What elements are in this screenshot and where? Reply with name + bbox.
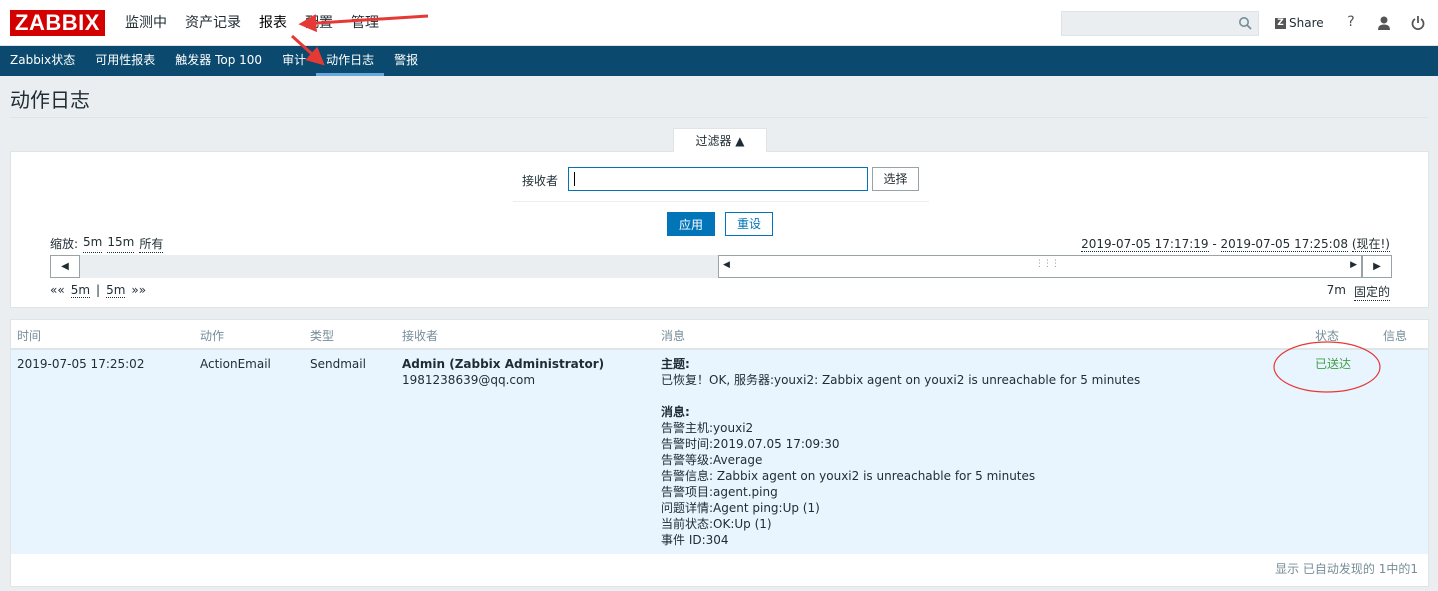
message-line: 当前状态:OK:Up (1)	[661, 517, 772, 531]
range-separator: -	[1208, 237, 1221, 251]
time-range: 2019-07-05 17:17:19 - 2019-07-05 17:25:0…	[1081, 235, 1390, 252]
main-menu: 监测中 资产记录 报表 配置 管理	[116, 0, 388, 46]
subject-label: 主题:	[661, 357, 690, 371]
message-line: 问题详情:Agent ping:Up (1)	[661, 501, 820, 515]
filter-panel: 接收者 选择 应用 重设 缩放: 5m 15m 所有 2019-07-05 17…	[10, 151, 1429, 308]
page-title: 动作日志	[10, 88, 90, 112]
table-footer-count: 显示 已自动发现的 1中的1	[1275, 562, 1418, 576]
nav-forward-icon[interactable]: »»	[131, 283, 146, 298]
timeline-scroll-left-button[interactable]: ◀	[50, 255, 80, 278]
share-icon: Z	[1275, 17, 1286, 29]
row-recipient: Admin (Zabbix Administrator) 1981238639@…	[402, 356, 604, 388]
message-line: 告警等级:Average	[661, 453, 763, 467]
zoom-controls: 缩放: 5m 15m 所有	[50, 235, 164, 253]
share-label: Share	[1289, 16, 1324, 30]
column-header-type: 类型	[310, 329, 335, 343]
submenu-zabbix-status[interactable]: Zabbix状态	[0, 46, 85, 76]
message-line: 事件 ID:304	[661, 533, 729, 547]
arrow-right-icon[interactable]: ▶	[1350, 260, 1357, 270]
nav-back-5m[interactable]: 5m	[70, 283, 91, 298]
action-log-table: 时间 动作 类型 接收者 消息 状态 信息 2019-07-05 17:25:0…	[10, 319, 1429, 587]
top-header: ZABBIX 监测中 资产记录 报表 配置 管理 Z Share ?	[0, 0, 1438, 46]
timeline-scroll-right-button[interactable]: ▶	[1362, 255, 1392, 278]
nav-forward-5m[interactable]: 5m	[106, 283, 126, 298]
timeline-track[interactable]	[80, 255, 718, 278]
row-message: 主题: 已恢复！OK, 服务器:youxi2: Zabbix agent on …	[661, 356, 1281, 548]
menu-monitoring[interactable]: 监测中	[116, 0, 176, 46]
menu-reports[interactable]: 报表	[250, 0, 296, 46]
menu-inventory[interactable]: 资产记录	[176, 0, 250, 46]
reset-button[interactable]: 重设	[725, 212, 773, 236]
text-caret	[574, 172, 575, 186]
message-line: 告警项目:agent.ping	[661, 485, 778, 499]
sub-menu: Zabbix状态 可用性报表 触发器 Top 100 审计 动作日志 警报	[0, 46, 1438, 76]
range-to[interactable]: 2019-07-05 17:25:08	[1220, 237, 1348, 252]
message-line: 告警主机:youxi2	[661, 421, 754, 435]
menu-configuration[interactable]: 配置	[296, 0, 342, 46]
submenu-action-log[interactable]: 动作日志	[316, 46, 385, 76]
submenu-availability-report[interactable]: 可用性报表	[85, 46, 165, 76]
filter-divider	[513, 201, 929, 202]
recipient-email: 1981238639@qq.com	[402, 373, 536, 387]
recipient-name: Admin (Zabbix Administrator)	[402, 357, 605, 371]
fixed-toggle[interactable]: 固定的	[1353, 283, 1390, 301]
zoom-label: 缩放:	[50, 237, 79, 251]
arrow-right-icon: ▶	[1373, 261, 1381, 272]
period-length: 7m	[1326, 283, 1346, 297]
nav-separator: |	[96, 283, 101, 297]
column-header-message: 消息	[661, 329, 686, 343]
column-header-info: 信息	[1383, 329, 1408, 343]
period-info: 7m 固定的	[1327, 283, 1390, 301]
menu-administration[interactable]: 管理	[342, 0, 388, 46]
arrow-left-icon[interactable]: ◀	[723, 260, 730, 270]
arrow-left-icon: ◀	[61, 261, 69, 272]
power-icon[interactable]	[1410, 14, 1426, 32]
status-badge: 已送达	[1315, 357, 1352, 371]
range-from[interactable]: 2019-07-05 17:17:19	[1081, 237, 1209, 252]
period-nav: «« 5m | 5m »»	[50, 283, 146, 298]
column-header-status: 状态	[1315, 329, 1340, 343]
row-time: 2019-07-05 17:25:02	[17, 357, 145, 371]
row-type: Sendmail	[310, 357, 366, 371]
message-line: 告警时间:2019.07.05 17:09:30	[661, 437, 840, 451]
submenu-audit[interactable]: 审计	[272, 46, 316, 76]
submenu-alerts[interactable]: 警报	[384, 46, 428, 76]
recipient-label: 接收者	[522, 174, 559, 188]
zoom-all[interactable]: 所有	[139, 235, 164, 253]
zabbix-logo[interactable]: ZABBIX	[10, 10, 105, 36]
search-icon[interactable]	[1238, 16, 1252, 30]
share-link[interactable]: Z Share	[1275, 16, 1324, 30]
apply-button[interactable]: 应用	[667, 212, 715, 236]
user-icon[interactable]	[1376, 14, 1392, 32]
message-line: 告警信息: Zabbix agent on youxi2 is unreacha…	[661, 469, 1036, 483]
subject-text: 已恢复！OK, 服务器:youxi2: Zabbix agent on youx…	[661, 373, 1141, 387]
table-row: 2019-07-05 17:25:02 ActionEmail Sendmail…	[11, 350, 1428, 554]
recipient-input[interactable]	[568, 167, 868, 191]
row-action: ActionEmail	[200, 357, 271, 371]
drag-handle-icon[interactable]: ⋮⋮⋮	[1035, 259, 1060, 269]
select-button[interactable]: 选择	[872, 167, 919, 191]
zoom-15m[interactable]: 15m	[107, 235, 135, 253]
column-header-action: 动作	[200, 329, 225, 343]
filter-tab[interactable]: 过滤器 ▲	[673, 128, 767, 152]
column-header-time[interactable]: 时间	[17, 327, 41, 344]
range-now[interactable]: (现在!)	[1351, 237, 1390, 252]
submenu-triggers-top-100[interactable]: 触发器 Top 100	[165, 46, 272, 76]
help-icon[interactable]: ?	[1343, 14, 1359, 32]
nav-back-icon[interactable]: ««	[50, 283, 65, 298]
title-divider	[10, 117, 1428, 118]
timeline-selection-bar[interactable]: ◀ ⋮⋮⋮ ▶	[718, 255, 1362, 278]
column-header-recipient: 接收者	[402, 329, 439, 343]
message-label: 消息:	[661, 405, 690, 419]
search-input[interactable]	[1061, 11, 1259, 36]
zoom-5m[interactable]: 5m	[83, 235, 103, 253]
